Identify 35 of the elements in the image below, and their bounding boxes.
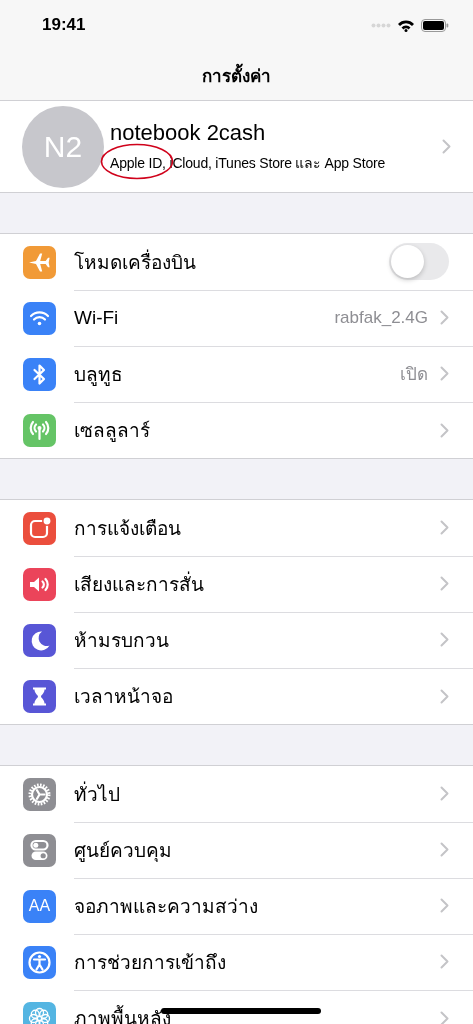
wifi-icon	[397, 18, 415, 32]
settings-item[interactable]: เวลาหน้าจอ	[74, 681, 440, 711]
settings-item[interactable]: โหมดเครื่องบิน	[74, 246, 389, 277]
row-value: rabfak_2.4G	[334, 307, 428, 328]
chevron-icon	[440, 576, 449, 591]
toggle-switch[interactable]	[389, 243, 449, 280]
settings-item[interactable]: บลูทูธ	[74, 358, 400, 389]
status-time: 19:41	[42, 15, 87, 35]
battery-icon	[421, 18, 449, 32]
chevron-icon	[440, 688, 449, 704]
chevron-icon	[440, 898, 449, 913]
settings-item[interactable]: เสียงและการสั่น	[74, 568, 440, 599]
signal-icon	[371, 22, 391, 28]
settings-item[interactable]: การช่วยการเข้าถึง	[74, 946, 440, 977]
chevron-icon	[440, 954, 449, 969]
chevron-icon	[440, 520, 449, 535]
chevron-icon	[440, 1010, 449, 1024]
chevron-icon	[440, 632, 449, 647]
navigation-title: การตั้งค่า	[202, 61, 271, 89]
chevron-icon	[440, 310, 449, 325]
row-value: เปิด	[400, 364, 428, 386]
settings-item[interactable]: จอภาพและความสว่าง	[74, 890, 440, 921]
chevron-icon	[440, 842, 449, 857]
chevron-icon	[440, 786, 449, 801]
account-name: notebook 2cash	[110, 119, 267, 146]
settings-item[interactable]: Wi-Fi	[74, 306, 335, 329]
settings-item[interactable]: การแจ้งเตือน	[74, 512, 440, 543]
chevron-icon	[440, 366, 449, 381]
settings-item[interactable]: เซลลูลาร์	[74, 415, 440, 445]
settings-item[interactable]: ศูนย์ควบคุม	[74, 834, 440, 865]
text-size-icon: AA	[23, 889, 56, 923]
settings-item[interactable]: ทั่วไป	[74, 778, 440, 809]
chevron-icon	[440, 422, 449, 438]
chevron-icon	[442, 139, 451, 154]
settings-item[interactable]: ห้ามรบกวน	[74, 624, 440, 655]
